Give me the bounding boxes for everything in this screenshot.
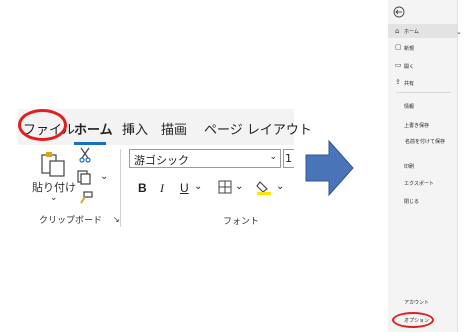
ribbon-tabs: ファイル ホーム 挿入 描画 ページ レイアウト: [18, 109, 312, 145]
bold-button[interactable]: B: [138, 181, 147, 195]
font-size-value: 1: [285, 152, 292, 165]
fill-color-dropdown-icon[interactable]: ⌄: [276, 181, 284, 192]
menu-save-as[interactable]: 名前を付けて保存: [405, 139, 451, 146]
font-group-label: フォント: [223, 217, 260, 227]
menu-save[interactable]: 上書き保存: [404, 122, 429, 129]
menu-share[interactable]: 共有: [404, 80, 414, 87]
ribbon: ファイル ホーム 挿入 描画 ページ レイアウト 貼り付け ⌄ ⌄ クリップボー…: [18, 109, 312, 230]
fill-color-icon[interactable]: [256, 179, 272, 195]
clipboard-launcher-icon[interactable]: ↘: [113, 215, 120, 224]
menu-open[interactable]: 開く: [404, 63, 414, 70]
clipboard-group-label: クリップボード: [39, 216, 103, 226]
menu-info[interactable]: 情報: [404, 103, 414, 110]
menu-close[interactable]: 閉じる: [404, 198, 419, 205]
open-icon: ▭: [395, 61, 402, 69]
menu-print[interactable]: 印刷: [404, 163, 414, 170]
font-name-select[interactable]: 游ゴシック ⌄: [129, 149, 281, 168]
file-tab-highlight: [18, 109, 67, 141]
underline-dropdown-icon[interactable]: ⌄: [194, 181, 202, 192]
font-name-value: 游ゴシック: [134, 154, 189, 167]
right-arrow-icon: [305, 140, 354, 196]
tab-insert[interactable]: 挿入: [122, 119, 148, 138]
menu-export[interactable]: エクスポート: [404, 180, 434, 187]
menu-divider: [396, 92, 451, 93]
panel-collapse-icon[interactable]: ⌄: [456, 28, 462, 36]
format-painter-icon[interactable]: [78, 190, 94, 206]
menu-home[interactable]: ホーム: [404, 28, 419, 35]
group-separator: [120, 149, 121, 227]
paste-dropdown-icon[interactable]: ⌄: [50, 193, 58, 203]
underline-button[interactable]: U: [180, 181, 189, 195]
menu-new[interactable]: 新規: [404, 45, 414, 52]
font-size-select[interactable]: 1: [283, 149, 294, 168]
tab-draw[interactable]: 描画: [161, 119, 187, 138]
tab-page-layout[interactable]: ページ レイアウト: [204, 119, 312, 138]
copy-dropdown-icon[interactable]: ⌄: [100, 171, 108, 182]
borders-dropdown-icon[interactable]: ⌄: [235, 181, 243, 192]
paste-icon[interactable]: [38, 149, 68, 177]
back-arrow-icon[interactable]: [393, 6, 405, 18]
options-highlight: [392, 312, 434, 328]
italic-button[interactable]: I: [160, 181, 164, 196]
borders-icon[interactable]: [218, 180, 232, 194]
backstage-panel: ⌂ ホーム ▢ 新規 ▭ 開く ⇪ 共有 情報 上書き保存 名前を付けて保存 印…: [388, 0, 458, 332]
tab-home[interactable]: ホーム: [74, 119, 113, 138]
new-icon: ▢: [395, 43, 402, 51]
cut-icon[interactable]: [78, 147, 92, 163]
share-icon: ⇪: [395, 78, 401, 86]
home-icon: ⌂: [395, 27, 400, 35]
font-dropdown-icon[interactable]: ⌄: [269, 152, 277, 162]
menu-account[interactable]: アカウント: [404, 299, 429, 306]
copy-icon[interactable]: [76, 169, 92, 185]
